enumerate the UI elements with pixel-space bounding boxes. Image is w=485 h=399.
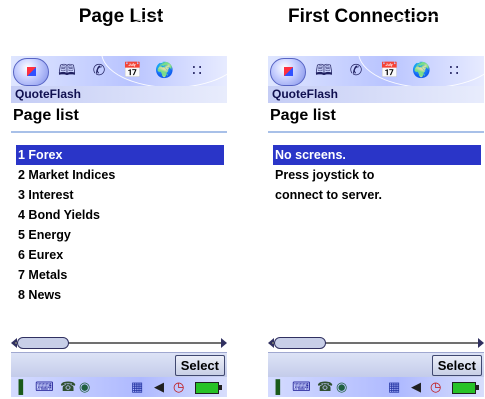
home-icon[interactable]	[270, 58, 306, 86]
list-item-energy[interactable]: 5 Energy	[16, 225, 224, 245]
list-item-market-indices[interactable]: 2 Market Indices	[16, 165, 224, 185]
list-item-bond-yields[interactable]: 4 Bond Yields	[16, 205, 224, 225]
heading-divider	[268, 131, 484, 133]
phone-icon[interactable]: ✆	[347, 62, 365, 80]
signal-icon: ▐	[14, 379, 24, 394]
instruction-line-1: Press joystick to	[275, 168, 375, 182]
phone-icon[interactable]: ✆	[90, 62, 108, 80]
page-title: Page list	[13, 107, 79, 124]
clock-icon[interactable]: ◷	[173, 378, 184, 396]
app-name: QuoteFlash	[268, 86, 484, 103]
keyboard-icon[interactable]: ⌨	[292, 378, 311, 396]
signal-icon: ▐	[271, 379, 281, 394]
volume-icon[interactable]: ◀	[154, 378, 164, 396]
launcher-bar: 🕮 ✆ 📅 🌍 ∷	[268, 16, 485, 88]
page-title: Page list	[270, 107, 336, 124]
keyboard-icon[interactable]: ⌨	[35, 378, 54, 396]
apps-grid-icon[interactable]: ∷	[445, 62, 463, 80]
web-icon[interactable]: 🌍	[155, 62, 174, 80]
apps-grid-icon[interactable]: ∷	[188, 62, 206, 80]
connectivity-icon: ☎	[60, 379, 77, 394]
message-list: No screens. Press joystick to connect to…	[273, 145, 481, 205]
memo-icon[interactable]: ▦	[131, 378, 143, 396]
phone-screen-page-list: 🕮 ✆ 📅 🌍 ∷ QuoteFlash Page list 1 Forex 2…	[11, 16, 243, 399]
list-item-forex[interactable]: 1 Forex	[16, 145, 224, 165]
globe-icon: ◉	[79, 379, 91, 394]
calendar-icon[interactable]: 📅	[380, 62, 399, 80]
globe-icon: ◉	[336, 379, 348, 394]
select-button[interactable]: Select	[431, 355, 482, 376]
phone-screen-first-connection: 🕮 ✆ 📅 🌍 ∷ QuoteFlash Page list No screen…	[268, 16, 485, 399]
battery-icon	[452, 382, 479, 394]
book-icon[interactable]: 🕮	[315, 62, 333, 80]
app-name: QuoteFlash	[11, 86, 227, 103]
web-icon[interactable]: 🌍	[412, 62, 431, 80]
launcher-bar: 🕮 ✆ 📅 🌍 ∷	[11, 16, 243, 88]
scroll-thumb[interactable]	[17, 337, 69, 349]
book-icon[interactable]: 🕮	[58, 62, 76, 80]
calendar-icon[interactable]: 📅	[123, 62, 142, 80]
heading-divider	[11, 131, 227, 133]
scroll-right-icon[interactable]	[478, 338, 484, 348]
horizontal-scrollbar[interactable]	[268, 336, 484, 350]
list-item-eurex[interactable]: 6 Eurex	[16, 245, 224, 265]
softkey-bar: Select	[268, 352, 484, 377]
instruction-line-2: connect to server.	[275, 188, 382, 202]
list-item-no-screens[interactable]: No screens.	[273, 145, 481, 165]
status-bar: ▐ ⌨ ☎ ◉ ▦ ◀ ◷	[11, 377, 227, 397]
softkey-bar: Select	[11, 352, 227, 377]
scroll-right-icon[interactable]	[221, 338, 227, 348]
battery-icon	[195, 382, 222, 394]
page-list: 1 Forex 2 Market Indices 3 Interest 4 Bo…	[16, 145, 224, 305]
volume-icon[interactable]: ◀	[411, 378, 421, 396]
select-button[interactable]: Select	[174, 355, 225, 376]
list-item-news[interactable]: 8 News	[16, 285, 224, 305]
home-icon[interactable]	[13, 58, 49, 86]
list-item-metals[interactable]: 7 Metals	[16, 265, 224, 285]
memo-icon[interactable]: ▦	[388, 378, 400, 396]
clock-icon[interactable]: ◷	[430, 378, 441, 396]
horizontal-scrollbar[interactable]	[11, 336, 227, 350]
scroll-thumb[interactable]	[274, 337, 326, 349]
status-bar: ▐ ⌨ ☎ ◉ ▦ ◀ ◷	[268, 377, 484, 397]
list-item-interest[interactable]: 3 Interest	[16, 185, 224, 205]
connectivity-icon: ☎	[317, 379, 334, 394]
